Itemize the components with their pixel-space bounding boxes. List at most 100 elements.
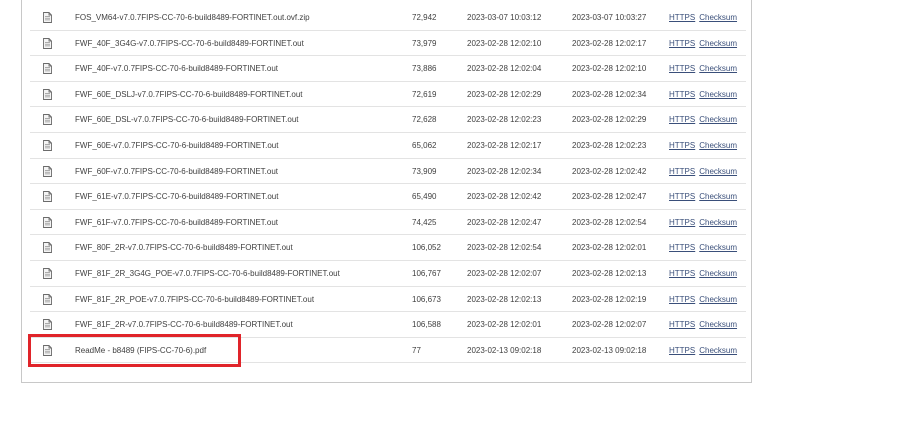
table-row: FWF_61F-v7.0.7FIPS-CC-70-6-build8489-FOR… bbox=[30, 210, 746, 236]
document-icon bbox=[43, 267, 52, 279]
download-links: HTTPS Checksum bbox=[669, 107, 737, 132]
created-date: 2023-02-28 12:02:07 bbox=[467, 268, 542, 278]
created-date: 2023-02-13 09:02:18 bbox=[467, 345, 542, 355]
document-icon bbox=[43, 63, 52, 75]
table-row: FWF_60E-v7.0.7FIPS-CC-70-6-build8489-FOR… bbox=[30, 133, 746, 159]
modified-date: 2023-02-28 12:02:47 bbox=[572, 192, 647, 202]
file-name: FWF_40F-v7.0.7FIPS-CC-70-6-build8489-FOR… bbox=[75, 64, 279, 74]
created-date: 2023-02-28 12:02:10 bbox=[467, 38, 542, 48]
checksum-link[interactable]: Checksum bbox=[699, 167, 737, 176]
modified-date: 2023-02-28 12:02:29 bbox=[572, 115, 647, 125]
created-date: 2023-02-28 12:02:42 bbox=[467, 192, 542, 202]
https-link[interactable]: HTTPS bbox=[669, 13, 695, 22]
download-links: HTTPS Checksum bbox=[669, 82, 737, 107]
file-name: FWF_81F_2R_3G4G_POE-v7.0.7FIPS-CC-70-6-b… bbox=[75, 268, 340, 278]
download-links: HTTPS Checksum bbox=[669, 338, 737, 363]
file-name: FWF_61F-v7.0.7FIPS-CC-70-6-build8489-FOR… bbox=[75, 217, 279, 227]
download-links: HTTPS Checksum bbox=[669, 235, 737, 260]
file-size: 72,619 bbox=[412, 89, 437, 99]
file-table: FOS_VM64-v7.0.7FIPS-CC-70-6-build8489-FO… bbox=[30, 5, 746, 364]
modified-date: 2023-02-28 12:02:34 bbox=[572, 89, 647, 99]
checksum-link[interactable]: Checksum bbox=[699, 90, 737, 99]
modified-date: 2023-03-07 10:03:27 bbox=[572, 13, 647, 22]
checksum-link[interactable]: Checksum bbox=[699, 269, 737, 278]
https-link[interactable]: HTTPS bbox=[669, 90, 695, 99]
checksum-link[interactable]: Checksum bbox=[699, 64, 737, 73]
created-date: 2023-02-28 12:02:04 bbox=[467, 64, 542, 74]
checksum-link[interactable]: Checksum bbox=[699, 320, 737, 329]
download-links: HTTPS Checksum bbox=[669, 184, 737, 209]
modified-date: 2023-02-28 12:02:17 bbox=[572, 38, 647, 48]
created-date: 2023-02-28 12:02:34 bbox=[467, 166, 542, 176]
https-link[interactable]: HTTPS bbox=[669, 167, 695, 176]
https-link[interactable]: HTTPS bbox=[669, 115, 695, 124]
checksum-link[interactable]: Checksum bbox=[699, 13, 737, 22]
modified-date: 2023-02-28 12:02:23 bbox=[572, 140, 647, 150]
created-date: 2023-02-28 12:02:23 bbox=[467, 115, 542, 125]
file-size: 73,909 bbox=[412, 166, 437, 176]
document-icon bbox=[43, 88, 52, 100]
download-links: HTTPS Checksum bbox=[669, 56, 737, 81]
document-icon bbox=[43, 242, 52, 254]
modified-date: 2023-02-28 12:02:01 bbox=[572, 243, 647, 253]
modified-date: 2023-02-28 12:02:54 bbox=[572, 217, 647, 227]
file-size: 73,886 bbox=[412, 64, 437, 74]
table-row: FWF_60E_DSL-v7.0.7FIPS-CC-70-6-build8489… bbox=[30, 107, 746, 133]
file-size: 73,979 bbox=[412, 38, 437, 48]
https-link[interactable]: HTTPS bbox=[669, 39, 695, 48]
file-name: FWF_81F_2R_POE-v7.0.7FIPS-CC-70-6-build8… bbox=[75, 294, 315, 304]
download-links: HTTPS Checksum bbox=[669, 159, 737, 184]
file-name: FWF_60E_DSLJ-v7.0.7FIPS-CC-70-6-build848… bbox=[75, 89, 303, 99]
created-date: 2023-02-28 12:02:54 bbox=[467, 243, 542, 253]
download-links: HTTPS Checksum bbox=[669, 210, 737, 235]
file-name: FWF_80F_2R-v7.0.7FIPS-CC-70-6-build8489-… bbox=[75, 243, 293, 253]
checksum-link[interactable]: Checksum bbox=[699, 346, 737, 355]
document-icon bbox=[43, 114, 52, 126]
modified-date: 2023-02-28 12:02:42 bbox=[572, 166, 647, 176]
https-link[interactable]: HTTPS bbox=[669, 320, 695, 329]
document-icon bbox=[43, 319, 52, 331]
table-row: FWF_80F_2R-v7.0.7FIPS-CC-70-6-build8489-… bbox=[30, 235, 746, 261]
checksum-link[interactable]: Checksum bbox=[699, 115, 737, 124]
modified-date: 2023-02-13 09:02:18 bbox=[572, 345, 647, 355]
checksum-link[interactable]: Checksum bbox=[699, 295, 737, 304]
document-icon bbox=[43, 140, 52, 151]
checksum-link[interactable]: Checksum bbox=[699, 218, 737, 227]
https-link[interactable]: HTTPS bbox=[669, 295, 695, 304]
file-name: FWF_61E-v7.0.7FIPS-CC-70-6-build8489-FOR… bbox=[75, 192, 279, 202]
https-link[interactable]: HTTPS bbox=[669, 141, 695, 150]
file-size: 65,490 bbox=[412, 192, 437, 202]
download-links: HTTPS Checksum bbox=[669, 287, 737, 312]
file-size: 77 bbox=[412, 345, 421, 355]
document-icon bbox=[43, 216, 52, 228]
document-icon bbox=[43, 37, 52, 49]
modified-date: 2023-02-28 12:02:10 bbox=[572, 64, 647, 74]
checksum-link[interactable]: Checksum bbox=[699, 39, 737, 48]
file-name: FWF_60E-v7.0.7FIPS-CC-70-6-build8489-FOR… bbox=[75, 140, 279, 150]
https-link[interactable]: HTTPS bbox=[669, 218, 695, 227]
download-links: HTTPS Checksum bbox=[669, 261, 737, 286]
readme-highlight-box bbox=[28, 334, 241, 367]
https-link[interactable]: HTTPS bbox=[669, 243, 695, 252]
checksum-link[interactable]: Checksum bbox=[699, 141, 737, 150]
file-size: 65,062 bbox=[412, 140, 437, 150]
https-link[interactable]: HTTPS bbox=[669, 269, 695, 278]
file-size: 106,052 bbox=[412, 243, 441, 253]
created-date: 2023-02-28 12:02:47 bbox=[467, 217, 542, 227]
created-date: 2023-02-28 12:02:01 bbox=[467, 320, 542, 330]
table-row: FWF_81F_2R_POE-v7.0.7FIPS-CC-70-6-build8… bbox=[30, 287, 746, 313]
https-link[interactable]: HTTPS bbox=[669, 192, 695, 201]
download-links: HTTPS Checksum bbox=[669, 31, 737, 56]
checksum-link[interactable]: Checksum bbox=[699, 192, 737, 201]
file-size: 106,673 bbox=[412, 294, 441, 304]
checksum-link[interactable]: Checksum bbox=[699, 243, 737, 252]
file-size: 72,628 bbox=[412, 115, 437, 125]
https-link[interactable]: HTTPS bbox=[669, 64, 695, 73]
file-name: FWF_40F_3G4G-v7.0.7FIPS-CC-70-6-build848… bbox=[75, 38, 304, 48]
file-size: 106,767 bbox=[412, 268, 441, 278]
document-icon bbox=[43, 12, 52, 23]
document-icon bbox=[43, 293, 52, 305]
created-date: 2023-02-28 12:02:13 bbox=[467, 294, 542, 304]
https-link[interactable]: HTTPS bbox=[669, 346, 695, 355]
file-name: FWF_60F-v7.0.7FIPS-CC-70-6-build8489-FOR… bbox=[75, 166, 279, 176]
